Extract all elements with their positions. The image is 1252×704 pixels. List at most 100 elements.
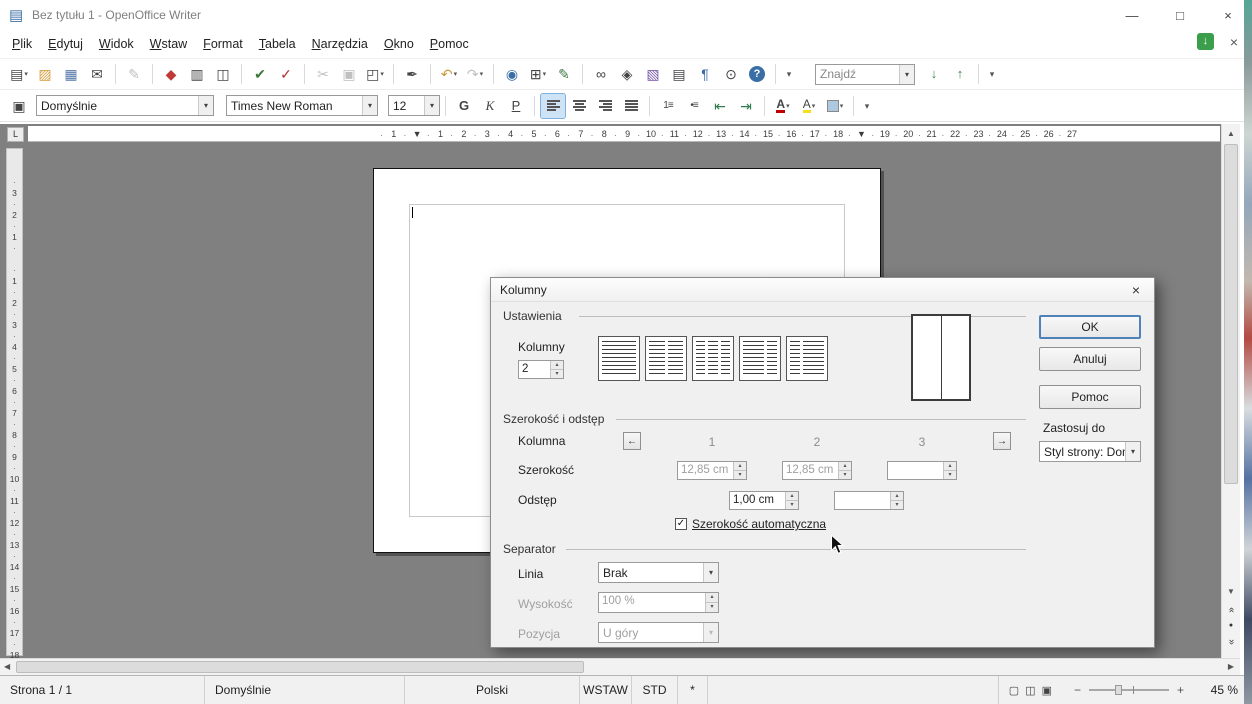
dialog-titlebar[interactable]: Kolumny ×	[491, 278, 1154, 302]
ok-button[interactable]: OK	[1039, 315, 1141, 339]
preset-two-columns[interactable]	[645, 336, 687, 381]
preset-one-column[interactable]	[598, 336, 640, 381]
gallery-icon[interactable]: ▧	[641, 62, 665, 86]
highlighting-icon[interactable]: A▾	[797, 94, 821, 118]
new-document-icon[interactable]: ▤▾	[7, 62, 31, 86]
next-page-icon[interactable]: »	[1223, 634, 1239, 650]
status-insert-mode[interactable]: WSTAW	[580, 676, 632, 704]
chevron-down-icon[interactable]: ▾	[362, 96, 377, 115]
autowidth-label[interactable]: Szerokość automatyczna	[692, 517, 826, 531]
spin-down-icon[interactable]: ▾	[786, 500, 798, 509]
decrease-indent-icon[interactable]: ⇤	[708, 94, 732, 118]
close-icon[interactable]: ×	[1220, 8, 1236, 23]
numbered-list-icon[interactable]: 1≡	[656, 94, 680, 118]
email-icon[interactable]: ✉	[85, 62, 109, 86]
chevron-down-icon[interactable]: ▾	[1125, 442, 1140, 461]
status-page[interactable]: Strona 1 / 1	[0, 676, 205, 704]
print-icon[interactable]: ▥	[185, 62, 209, 86]
hyperlink-icon[interactable]: ◉	[500, 62, 524, 86]
toolbar-more-icon[interactable]: ▾	[985, 62, 999, 86]
save-icon[interactable]: ▦	[59, 62, 83, 86]
zoom-in-icon[interactable]: +	[1173, 683, 1188, 697]
spin-up-icon[interactable]: ▴	[551, 361, 563, 369]
apply-to-combo[interactable]: Styl strony: Dom ▾	[1039, 441, 1141, 462]
menu-format[interactable]: Format	[195, 33, 251, 55]
zoom-slider-thumb[interactable]	[1115, 685, 1122, 695]
font-color-icon[interactable]: A▾	[771, 94, 795, 118]
align-left-button[interactable]	[541, 94, 565, 118]
table-icon[interactable]: ⊞▾	[526, 62, 550, 86]
toolbar-more-icon[interactable]: ▾	[860, 94, 874, 118]
zoom-out-icon[interactable]: −	[1070, 683, 1085, 697]
view-book-icon[interactable]: ▣	[1042, 684, 1052, 697]
menu-pomoc[interactable]: Pomoc	[422, 33, 477, 55]
align-justify-button[interactable]	[619, 94, 643, 118]
scroll-down-icon[interactable]: ▼	[1222, 584, 1240, 599]
font-size-combo[interactable]: 12 ▾	[388, 95, 440, 116]
italic-button[interactable]: K	[478, 94, 502, 118]
paragraph-style-combo[interactable]: Domyślnie ▾	[36, 95, 214, 116]
update-available-icon[interactable]: ↓	[1197, 33, 1214, 50]
close-document-icon[interactable]: ×	[1230, 34, 1238, 50]
find-previous-icon[interactable]: ↑	[948, 62, 972, 86]
nonprinting-chars-icon[interactable]: ¶	[693, 62, 717, 86]
preset-three-columns[interactable]	[692, 336, 734, 381]
scroll-right-icon[interactable]: ▶	[1228, 659, 1234, 675]
undo-icon[interactable]: ↶▾	[437, 62, 461, 86]
navigator-icon[interactable]: ◈	[615, 62, 639, 86]
chevron-down-icon[interactable]: ▾	[899, 65, 914, 84]
menu-tabela[interactable]: Tabela	[251, 33, 304, 55]
view-multiple-icon[interactable]: ◫	[1025, 684, 1035, 697]
align-right-button[interactable]	[593, 94, 617, 118]
menu-edytuj[interactable]: Edytuj	[40, 33, 91, 55]
toolbar-more-icon[interactable]: ▾	[782, 62, 796, 86]
increase-indent-icon[interactable]: ⇥	[734, 94, 758, 118]
maximize-icon[interactable]: □	[1172, 8, 1188, 23]
export-pdf-icon[interactable]: ◆	[159, 62, 183, 86]
spacing-1-2-field[interactable]: 1,00 cm ▴▾	[729, 491, 799, 510]
chevron-down-icon[interactable]: ▾	[424, 96, 439, 115]
scroll-up-icon[interactable]: ▲	[1222, 126, 1240, 141]
status-language[interactable]: Polski	[405, 676, 580, 704]
underline-button[interactable]: P	[504, 94, 528, 118]
dialog-close-icon[interactable]: ×	[1127, 282, 1145, 298]
auto-spellcheck-icon[interactable]: ✓	[274, 62, 298, 86]
format-paintbrush-icon[interactable]: ✒	[400, 62, 424, 86]
spin-up-icon[interactable]: ▴	[786, 492, 798, 500]
styles-window-icon[interactable]: ▣	[7, 94, 31, 118]
status-page-style[interactable]: Domyślnie	[205, 676, 405, 704]
copy-icon[interactable]: ▣	[337, 62, 361, 86]
font-name-combo[interactable]: Times New Roman ▾	[226, 95, 378, 116]
vertical-scrollbar-thumb[interactable]	[1224, 144, 1238, 484]
vertical-scrollbar[interactable]: ▲ ▼ « ● »	[1221, 124, 1240, 658]
paste-icon[interactable]: ◰▾	[363, 62, 387, 86]
tab-stop-selector[interactable]: L	[7, 127, 24, 142]
preset-right-wide[interactable]	[786, 336, 828, 381]
view-single-icon[interactable]: ▢	[1009, 684, 1019, 697]
data-sources-icon[interactable]: ▤	[667, 62, 691, 86]
columns-count-field[interactable]: 2 ▴▾	[518, 360, 564, 379]
background-color-icon[interactable]: ▾	[823, 94, 847, 118]
open-icon[interactable]: ▨	[33, 62, 57, 86]
bullet-list-icon[interactable]: •≡	[682, 94, 706, 118]
chevron-down-icon[interactable]: ▾	[198, 96, 213, 115]
horizontal-ruler[interactable]: 1▼123456789101112131415161718▼1920212223…	[28, 126, 1220, 142]
horizontal-scrollbar[interactable]: ◀ ▶	[0, 658, 1240, 675]
navigation-icon[interactable]: ●	[1223, 618, 1239, 634]
edit-file-icon[interactable]: ✎	[122, 62, 146, 86]
preset-left-wide[interactable]	[739, 336, 781, 381]
cancel-button[interactable]: Anuluj	[1039, 347, 1141, 371]
line-style-combo[interactable]: Brak ▾	[598, 562, 719, 583]
redo-icon[interactable]: ↷▾	[463, 62, 487, 86]
minimize-icon[interactable]: —	[1124, 8, 1140, 23]
bold-button[interactable]: G	[452, 94, 476, 118]
menu-wstaw[interactable]: Wstaw	[142, 33, 196, 55]
spin-down-icon[interactable]: ▾	[551, 369, 563, 378]
chevron-down-icon[interactable]: ▾	[703, 563, 718, 582]
find-input[interactable]: Znajdź ▾	[815, 64, 915, 85]
draw-functions-icon[interactable]: ✎	[552, 62, 576, 86]
previous-page-icon[interactable]: «	[1223, 602, 1239, 618]
align-center-button[interactable]	[567, 94, 591, 118]
zoom-icon[interactable]: ⊙	[719, 62, 743, 86]
autowidth-checkbox[interactable]: ✓	[675, 518, 687, 530]
